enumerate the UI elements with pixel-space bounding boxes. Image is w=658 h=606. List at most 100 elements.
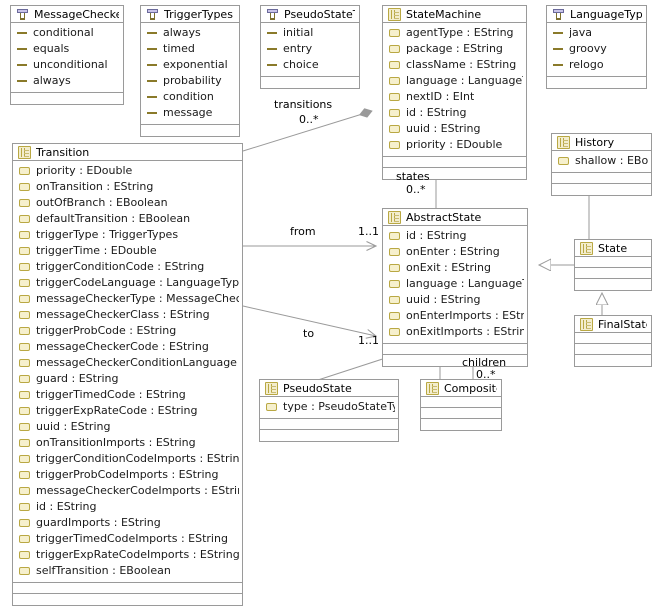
list-item[interactable]: onEnter : EString (387, 244, 524, 260)
list-item[interactable]: triggerTimedCode : EString (17, 387, 239, 403)
attribute-label: uuid : EString (406, 122, 481, 135)
list-item[interactable]: condition (145, 89, 236, 105)
list-item[interactable]: initial (265, 25, 356, 41)
class-icon (580, 317, 593, 331)
list-item[interactable]: unconditional (15, 57, 120, 73)
class-box-state[interactable]: State (574, 239, 652, 291)
class-box-finalstate[interactable]: FinalState (574, 315, 652, 367)
empty-compartment (421, 397, 501, 408)
list-item[interactable]: messageCheckerCodeImports : EString (17, 483, 239, 499)
class-box-abstractstate[interactable]: AbstractState id : EString onEnter : ESt… (382, 208, 528, 367)
list-item[interactable]: guardImports : EString (17, 515, 239, 531)
literal-icon (147, 61, 157, 69)
list-item[interactable]: onTransitionImports : EString (17, 435, 239, 451)
literal-label: always (163, 26, 201, 39)
list-item[interactable]: triggerConditionCode : EString (17, 259, 239, 275)
list-item[interactable]: triggerTime : EDouble (17, 243, 239, 259)
attribute-icon (389, 93, 400, 101)
attribute-label: triggerConditionCode : EString (36, 260, 205, 273)
attribute-label: triggerProbCode : EString (36, 324, 177, 337)
literal-label: exponential (163, 58, 228, 71)
class-box-statemachine[interactable]: StateMachine agentType : EString package… (382, 5, 527, 180)
list-item[interactable]: language : LanguageTypes (387, 276, 524, 292)
list-item[interactable]: className : EString (387, 57, 523, 73)
list-item[interactable]: id : EString (387, 228, 524, 244)
list-item[interactable]: onEnterImports : EString (387, 308, 524, 324)
list-item[interactable]: type : PseudoStateTypes (264, 399, 395, 415)
list-item[interactable]: defaultTransition : EBoolean (17, 211, 239, 227)
class-box-transition[interactable]: Transition priority : EDouble onTransiti… (12, 143, 243, 606)
class-icon (557, 135, 570, 149)
list-item[interactable]: exponential (145, 57, 236, 73)
attribute-icon (19, 375, 30, 383)
list-item[interactable]: id : EString (387, 105, 523, 121)
list-item[interactable]: priority : EDouble (17, 163, 239, 179)
list-item[interactable]: timed (145, 41, 236, 57)
list-item[interactable]: triggerCodeLanguage : LanguageTypes (17, 275, 239, 291)
list-item[interactable]: groovy (551, 41, 643, 57)
list-item[interactable]: uuid : EString (387, 292, 524, 308)
list-item[interactable]: message (145, 105, 236, 121)
list-item[interactable]: choice (265, 57, 356, 73)
empty-compartment (575, 355, 651, 366)
list-item[interactable]: triggerConditionCodeImports : EString (17, 451, 239, 467)
association-multiplicity-states: 0..* (406, 183, 426, 196)
list-item[interactable]: priority : EDouble (387, 137, 523, 153)
list-item[interactable]: messageCheckerCode : EString (17, 339, 239, 355)
list-item[interactable]: uuid : EString (17, 419, 239, 435)
attribute-label: triggerTimedCodeImports : EString (36, 532, 228, 545)
empty-compartment (13, 583, 242, 594)
class-name: FinalState (598, 317, 647, 331)
list-item[interactable]: uuid : EString (387, 121, 523, 137)
attribute-icon (19, 423, 30, 431)
class-box-pseudostatetypes[interactable]: PseudoStateTypes initial entry choice (260, 5, 360, 89)
list-item[interactable]: triggerExpRateCodeImports : EString (17, 547, 239, 563)
attribute-label: guardImports : EString (36, 516, 161, 529)
list-item[interactable]: guard : EString (17, 371, 239, 387)
attribute-icon (19, 439, 30, 447)
list-item[interactable]: triggerProbCode : EString (17, 323, 239, 339)
list-item[interactable]: java (551, 25, 643, 41)
list-item[interactable]: package : EString (387, 41, 523, 57)
class-box-pseudostate[interactable]: PseudoState type : PseudoStateTypes (259, 379, 399, 442)
list-item[interactable]: relogo (551, 57, 643, 73)
attribute-label: onExitImports : EString (406, 325, 524, 338)
class-icon (426, 381, 439, 395)
list-item[interactable]: agentType : EString (387, 25, 523, 41)
attribute-label: onTransitionImports : EString (36, 436, 196, 449)
enum-literals: java groovy relogo (547, 23, 646, 77)
list-item[interactable]: nextID : EInt (387, 89, 523, 105)
attribute-icon (558, 157, 569, 165)
class-box-languagetypes[interactable]: LanguageTypes java groovy relogo (546, 5, 647, 89)
list-item[interactable]: conditional (15, 25, 120, 41)
list-item[interactable]: messageCheckerType : MessageCheckerTy... (17, 291, 239, 307)
list-item[interactable]: triggerTimedCodeImports : EString (17, 531, 239, 547)
list-item[interactable]: selfTransition : EBoolean (17, 563, 239, 579)
list-item[interactable]: triggerProbCodeImports : EString (17, 467, 239, 483)
list-item[interactable]: onExit : EString (387, 260, 524, 276)
list-item[interactable]: language : LanguageTypes (387, 73, 523, 89)
list-item[interactable]: triggerType : TriggerTypes (17, 227, 239, 243)
class-box-messagecheckertypes[interactable]: MessageCheckerTypes conditional equals u… (10, 5, 124, 105)
list-item[interactable]: entry (265, 41, 356, 57)
list-item[interactable]: id : EString (17, 499, 239, 515)
list-item[interactable]: messageCheckerConditionLanguage : Lang..… (17, 355, 239, 371)
list-item[interactable]: messageCheckerClass : EString (17, 307, 239, 323)
attribute-label: nextID : EInt (406, 90, 475, 103)
list-item[interactable]: onTransition : EString (17, 179, 239, 195)
class-box-history[interactable]: History shallow : EBoolean (551, 133, 652, 196)
attribute-icon (19, 279, 30, 287)
list-item[interactable]: outOfBranch : EBoolean (17, 195, 239, 211)
list-item[interactable]: equals (15, 41, 120, 57)
class-box-triggertypes[interactable]: TriggerTypes always timed exponential pr… (140, 5, 240, 137)
list-item[interactable]: triggerExpRateCode : EString (17, 403, 239, 419)
list-item[interactable]: always (15, 73, 120, 89)
attribute-icon (266, 403, 277, 411)
list-item[interactable]: always (145, 25, 236, 41)
list-item[interactable]: probability (145, 73, 236, 89)
list-item[interactable]: shallow : EBoolean (556, 153, 648, 169)
literal-icon (553, 61, 563, 69)
literal-icon (147, 93, 157, 101)
class-box-compositestate[interactable]: CompositeState (420, 379, 502, 431)
list-item[interactable]: onExitImports : EString (387, 324, 524, 340)
